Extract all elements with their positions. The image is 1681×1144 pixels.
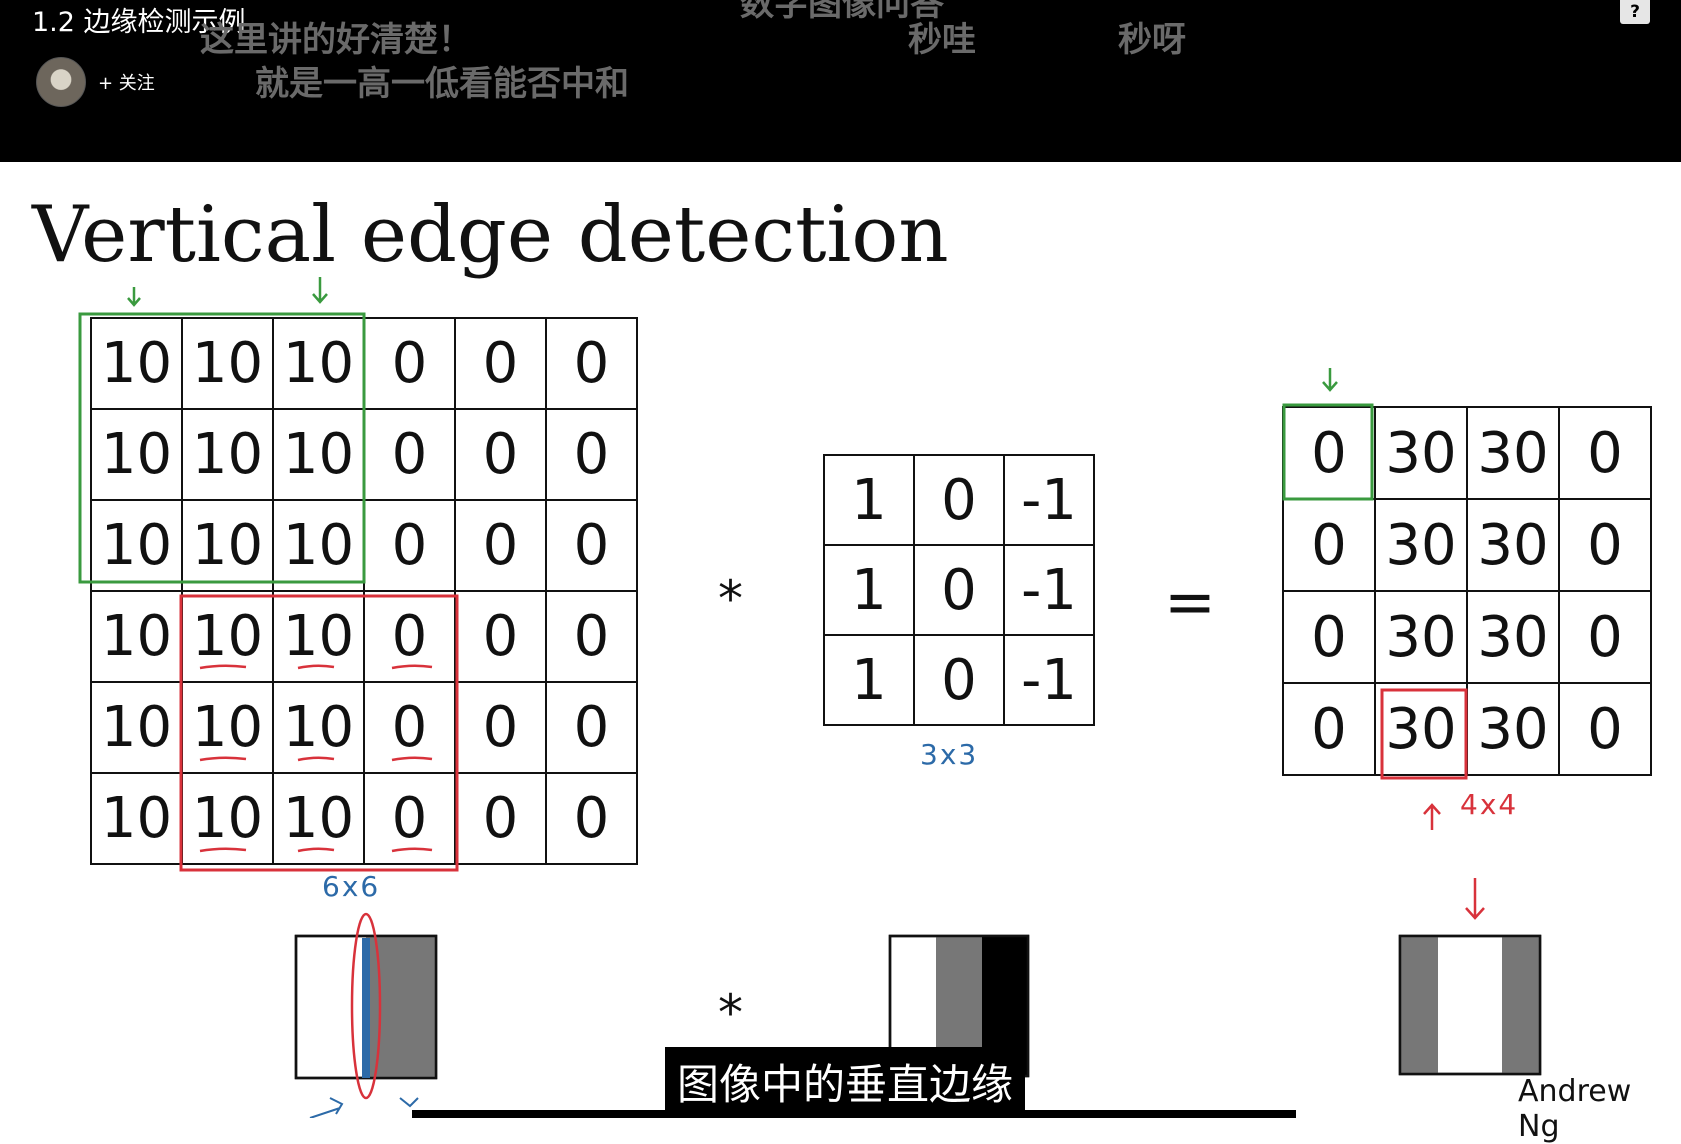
annotation-layer xyxy=(78,277,1542,1118)
input-image-illustration xyxy=(294,912,438,1118)
red-output-highlight xyxy=(1380,688,1468,780)
green-output-highlight xyxy=(1282,403,1374,501)
video-subtitle: 图像中的垂直边缘 xyxy=(665,1047,1026,1116)
underline-annotations xyxy=(199,664,433,853)
green-arrow-icon xyxy=(312,277,328,304)
green-arrow-icon xyxy=(127,287,141,307)
red-window-annotation xyxy=(179,594,459,872)
red-arrow-icon xyxy=(1465,878,1485,920)
output-image-illustration xyxy=(1398,934,1542,1076)
red-arrow-icon xyxy=(1423,803,1441,830)
green-arrow-icon xyxy=(1322,368,1338,392)
slide-credit: Andrew Ng xyxy=(1518,1074,1632,1144)
green-window-annotation xyxy=(78,312,366,584)
progress-bar[interactable] xyxy=(412,1110,1296,1118)
